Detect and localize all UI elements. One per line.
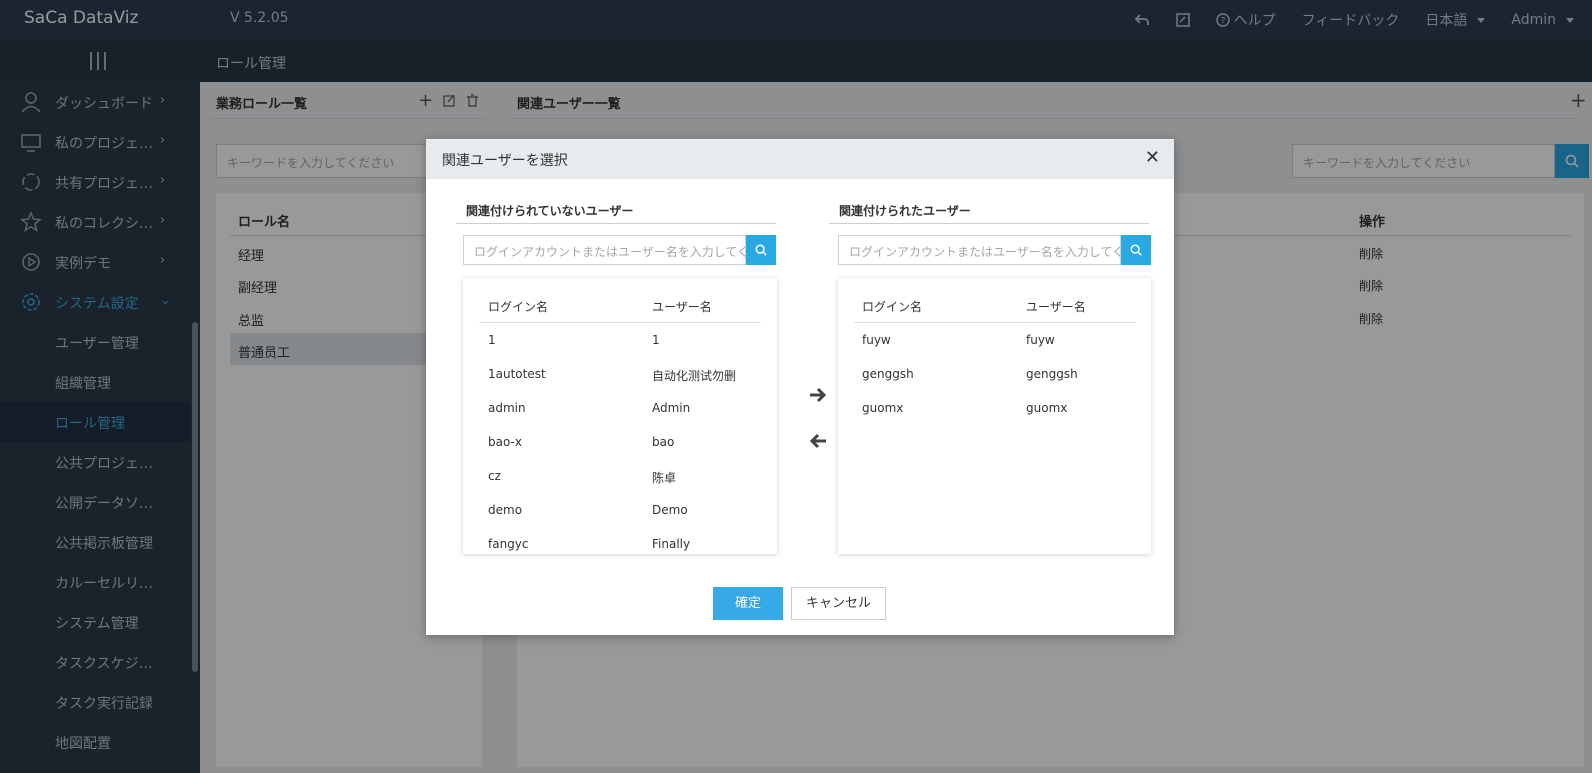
list-item-user[interactable]: 陈卓 xyxy=(652,469,676,486)
unassigned-search-input[interactable]: ログインアカウントまたはユーザー名を入力してください xyxy=(463,235,746,265)
list-item-login[interactable]: 1autotest xyxy=(488,367,546,381)
user-name-header: ユーザー名 xyxy=(652,300,712,314)
list-item-login[interactable]: admin xyxy=(488,401,526,415)
list-item-login[interactable]: fuyw xyxy=(862,333,891,347)
list-item-user[interactable]: bao xyxy=(652,435,674,449)
cancel-button[interactable]: キャンセル xyxy=(791,587,886,620)
list-item-user[interactable]: Finally xyxy=(652,537,690,551)
divider xyxy=(829,223,1149,224)
list-item-login[interactable]: genggsh xyxy=(862,367,914,381)
list-item-login[interactable]: bao-x xyxy=(488,435,522,449)
list-item-login[interactable]: 1 xyxy=(488,333,496,347)
dialog-header: 関連ユーザーを選択 ✕ xyxy=(426,139,1174,179)
list-item-user[interactable]: genggsh xyxy=(1026,367,1078,381)
assigned-search-button[interactable] xyxy=(1121,235,1151,265)
list-item-user[interactable]: Admin xyxy=(652,401,690,415)
list-item-user[interactable]: fuyw xyxy=(1026,333,1055,347)
assigned-search-input[interactable]: ログインアカウントまたはユーザー名を入力してください xyxy=(838,235,1121,265)
login-name-header: ログイン名 xyxy=(488,300,549,314)
assigned-user-list[interactable]: ログイン名 ユーザー名 fuyw fuyw genggsh genggsh gu… xyxy=(838,278,1151,554)
list-item-user[interactable]: Demo xyxy=(652,503,688,517)
list-item-login[interactable]: demo xyxy=(488,503,522,517)
search-icon xyxy=(1130,244,1142,256)
arrow-left-icon[interactable] xyxy=(809,433,827,449)
confirm-button[interactable]: 確定 xyxy=(713,587,783,620)
divider xyxy=(456,223,776,224)
login-name-header: ログイン名 xyxy=(862,300,923,314)
close-icon[interactable]: ✕ xyxy=(1145,147,1160,168)
divider xyxy=(479,322,761,323)
list-item-user[interactable]: 1 xyxy=(652,333,660,347)
divider xyxy=(854,322,1136,323)
search-icon xyxy=(755,244,767,256)
unassigned-title: 関連付けられていないユーザー xyxy=(466,204,634,218)
select-users-dialog: 関連ユーザーを選択 ✕ 関連付けられていないユーザー ログインアカウントまたはユ… xyxy=(426,139,1174,635)
list-item-login[interactable]: cz xyxy=(488,469,501,483)
list-item-login[interactable]: guomx xyxy=(862,401,903,415)
assigned-title: 関連付けられたユーザー xyxy=(839,204,971,218)
list-item-login[interactable]: fangyc xyxy=(488,537,529,551)
dialog-title: 関連ユーザーを選択 xyxy=(442,153,568,169)
list-item-user[interactable]: 自动化测试勿删 xyxy=(652,367,736,384)
user-name-header: ユーザー名 xyxy=(1026,300,1086,314)
unassigned-user-list[interactable]: ログイン名 ユーザー名 1 1 1autotest 自动化测试勿删 admin … xyxy=(463,278,777,554)
list-item-user[interactable]: guomx xyxy=(1026,401,1067,415)
arrow-right-icon[interactable] xyxy=(809,387,827,403)
unassigned-search-button[interactable] xyxy=(746,235,776,265)
